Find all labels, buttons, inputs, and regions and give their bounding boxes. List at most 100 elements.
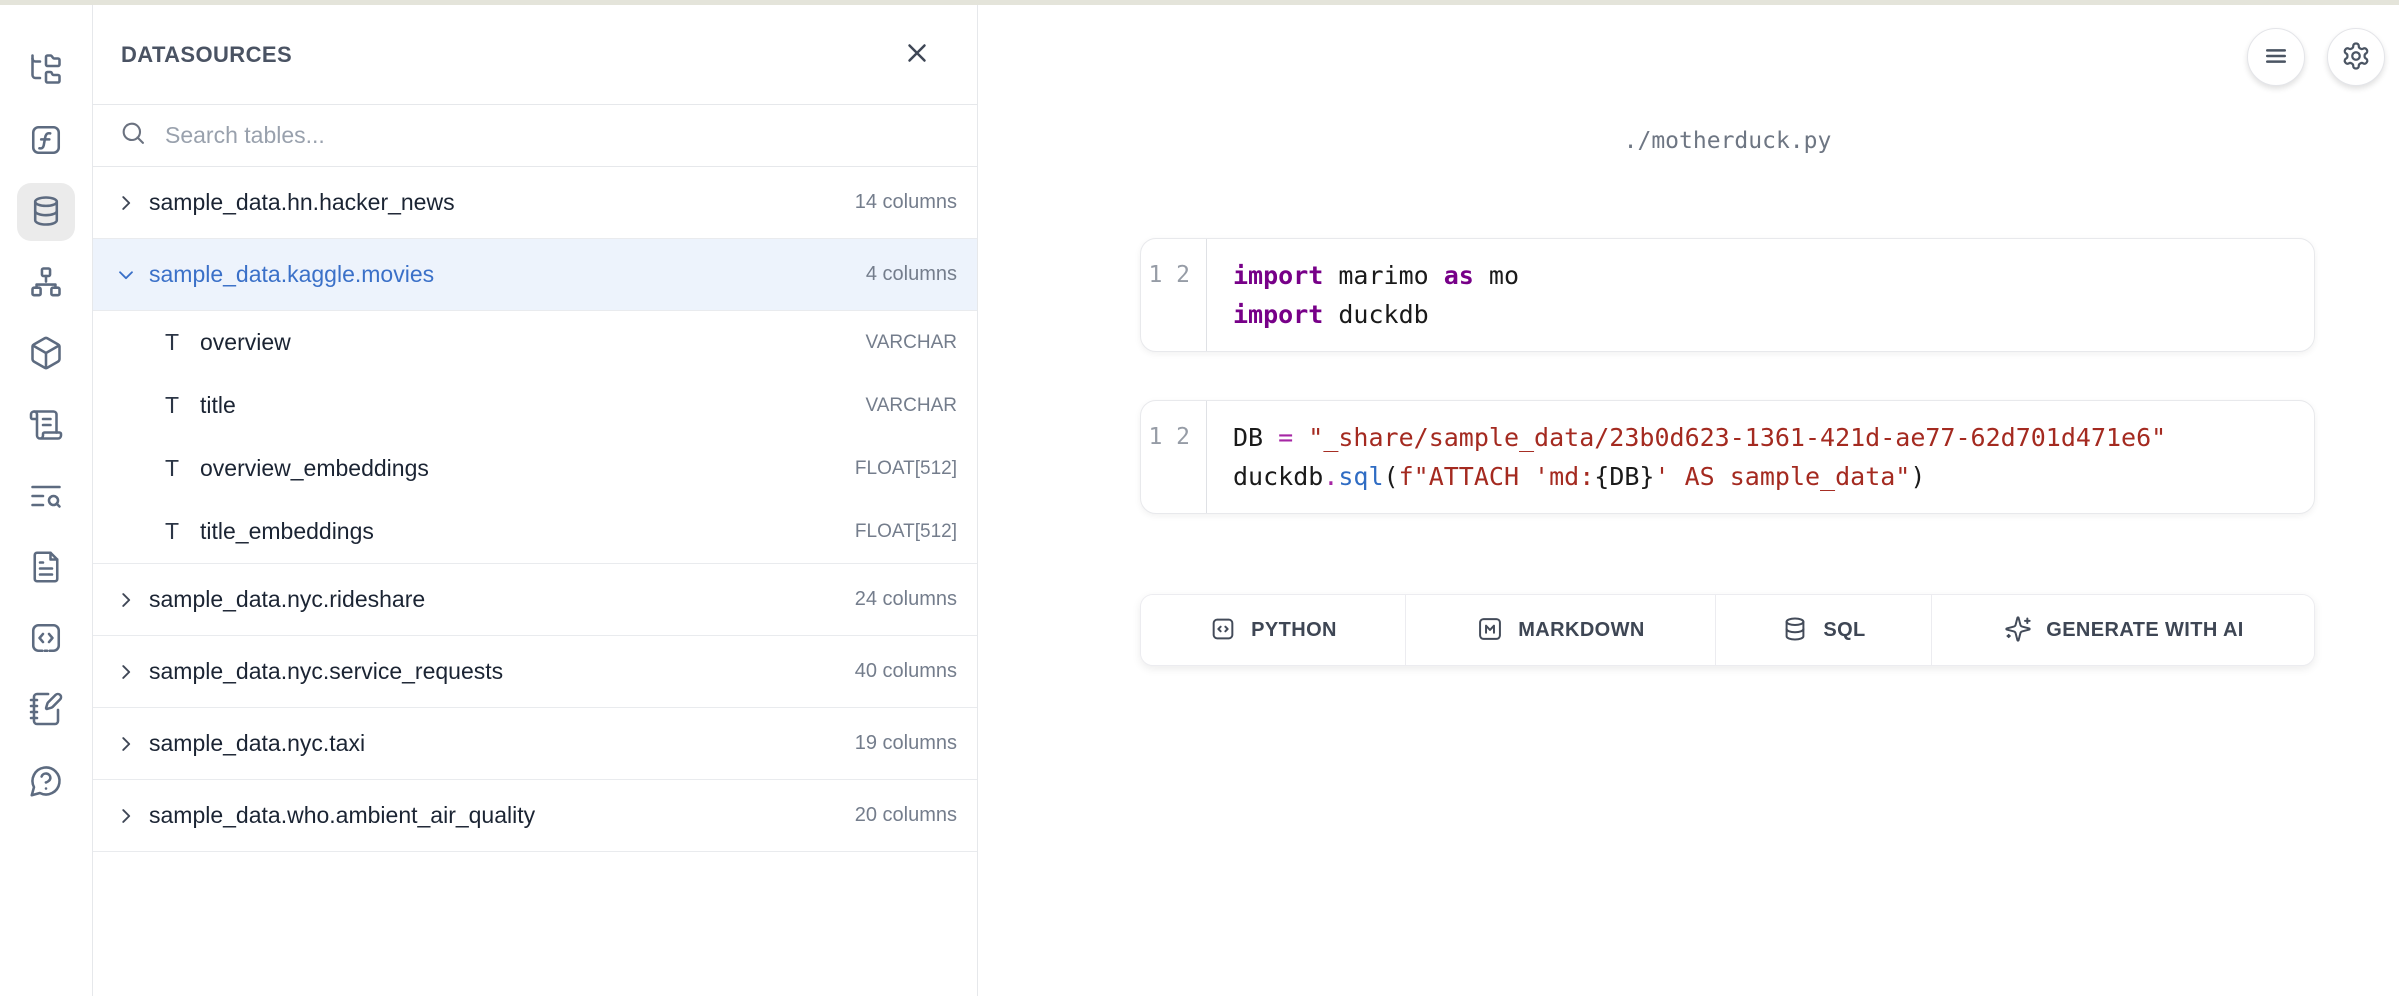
table-row[interactable]: sample_data.nyc.service_requests 40 colum… (93, 636, 977, 708)
table-row[interactable]: sample_data.nyc.rideshare 24 columns (93, 564, 977, 636)
table-columns-count: 40 columns (855, 660, 957, 683)
chevron-right-icon (115, 733, 137, 755)
chevron-right-icon (115, 805, 137, 827)
table-name: sample_data.kaggle.movies (149, 261, 854, 288)
chevron-right-icon (115, 661, 137, 683)
search-tables-input[interactable] (165, 122, 953, 149)
add-cell-bar: PYTHON MARKDOWN SQL GENERATE WITH AI (1140, 594, 2315, 666)
table-row[interactable]: sample_data.hn.hacker_news 14 columns (93, 167, 977, 239)
graph-icon (28, 264, 64, 303)
notebook-pen-icon (28, 691, 64, 730)
column-type-icon: T (162, 392, 182, 419)
column-name: title_embeddings (200, 518, 837, 545)
sidebar-item-tracing[interactable] (17, 468, 75, 526)
table-name: sample_data.nyc.service_requests (149, 658, 843, 685)
scroll-icon (28, 407, 64, 446)
sidebar-rail (0, 5, 92, 996)
menu-icon (2261, 41, 2291, 74)
column-type-icon: T (162, 518, 182, 545)
sidebar-item-dependencies[interactable] (17, 255, 75, 313)
table-name: sample_data.nyc.taxi (149, 730, 843, 757)
notebook-main: ./motherduck.py 1 2import marimo as mo i… (979, 5, 2399, 996)
add-cell-button-label: MARKDOWN (1518, 619, 1645, 642)
column-row[interactable]: Toverview_embeddings FLOAT[512] (93, 437, 977, 500)
sidebar-item-scratchpad[interactable] (17, 682, 75, 740)
line-numbers: 1 2 (1141, 239, 1207, 351)
file-tree-icon (28, 51, 64, 90)
column-type: VARCHAR (866, 332, 958, 354)
code-cell[interactable]: 1 2import marimo as mo import duckdb (1140, 238, 2315, 352)
panel-header: DATASOURCES (93, 5, 977, 105)
line-numbers: 1 2 (1141, 401, 1207, 513)
function-icon (28, 122, 64, 161)
table-row[interactable]: sample_data.who.ambient_air_quality 20 co… (93, 780, 977, 852)
panel-title: DATASOURCES (121, 42, 292, 68)
database-icon (28, 193, 64, 232)
column-name: overview (200, 329, 848, 356)
help-bubble-icon (28, 763, 64, 802)
settings-button[interactable] (2327, 28, 2385, 86)
sidebar-item-snippets[interactable] (17, 611, 75, 669)
table-name: sample_data.who.ambient_air_quality (149, 802, 843, 829)
database-icon (1781, 615, 1809, 646)
column-row[interactable]: Ttitle_embeddings FLOAT[512] (93, 500, 977, 563)
add-cell-button-label: SQL (1823, 619, 1865, 642)
document-icon (28, 549, 64, 588)
table-name: sample_data.hn.hacker_news (149, 189, 843, 216)
column-type: VARCHAR (866, 395, 958, 417)
cube-icon (28, 335, 64, 374)
sidebar-item-logs[interactable] (17, 397, 75, 455)
code-square-icon (28, 620, 64, 659)
search-tables-box[interactable] (93, 105, 977, 167)
window-top-strip (0, 0, 2399, 5)
sidebar-item-variables[interactable] (17, 112, 75, 170)
table-list: sample_data.hn.hacker_news14 columnssamp… (93, 167, 977, 852)
column-type-icon: T (162, 455, 182, 482)
gear-icon (2341, 41, 2371, 74)
sparkles-icon (2004, 615, 2032, 646)
table-columns-count: 20 columns (855, 804, 957, 827)
code-square-solid-icon (1209, 615, 1237, 646)
column-name: title (200, 392, 848, 419)
column-row[interactable]: Ttitle VARCHAR (93, 374, 977, 437)
column-group: Toverview VARCHAR Ttitle VARCHAR Toverview_e… (93, 311, 977, 564)
sidebar-item-documentation[interactable] (17, 539, 75, 597)
datasources-panel: DATASOURCES sample_data.hn.hacker_news 14… (92, 5, 978, 996)
table-columns-count: 4 columns (866, 263, 957, 286)
add-markdown-cell-button[interactable]: MARKDOWN (1406, 595, 1716, 665)
table-row[interactable]: sample_data.nyc.taxi 19 columns (93, 708, 977, 780)
code-editor[interactable]: import marimo as mo import duckdb (1207, 239, 2314, 351)
notebook-filename: ./motherduck.py (1140, 128, 2315, 154)
column-type: FLOAT[512] (855, 458, 957, 480)
column-type-icon: T (162, 329, 182, 356)
table-name: sample_data.nyc.rideshare (149, 586, 843, 613)
code-cell[interactable]: 1 2DB = "_share/sample_data/23b0d623-136… (1140, 400, 2315, 514)
table-row[interactable]: sample_data.kaggle.movies 4 columns (93, 239, 977, 311)
list-search-icon (28, 478, 64, 517)
chevron-right-icon (115, 589, 137, 611)
code-editor[interactable]: DB = "_share/sample_data/23b0d623-1361-4… (1207, 401, 2314, 513)
add-cell-button-label: PYTHON (1251, 619, 1337, 642)
table-columns-count: 19 columns (855, 732, 957, 755)
notebook-top-actions (2247, 28, 2385, 86)
column-type: FLOAT[512] (855, 521, 957, 543)
table-columns-count: 14 columns (855, 191, 957, 214)
add-sql-cell-button[interactable]: SQL (1716, 595, 1932, 665)
sidebar-item-help[interactable] (17, 753, 75, 811)
chevron-right-icon (115, 192, 137, 214)
close-panel-button[interactable] (897, 35, 937, 75)
search-icon (119, 119, 147, 152)
sidebar-item-file-explorer[interactable] (17, 41, 75, 99)
close-icon (902, 38, 932, 71)
column-row[interactable]: Toverview VARCHAR (93, 311, 977, 374)
app-root: DATASOURCES sample_data.hn.hacker_news 14… (0, 0, 2399, 996)
sidebar-item-packages[interactable] (17, 326, 75, 384)
column-name: overview_embeddings (200, 455, 837, 482)
add-cell-button-label: GENERATE WITH AI (2046, 619, 2244, 642)
sidebar-item-datasources[interactable] (17, 183, 75, 241)
chevron-down-icon (115, 264, 137, 286)
table-columns-count: 24 columns (855, 588, 957, 611)
add-python-cell-button[interactable]: PYTHON (1141, 595, 1406, 665)
notebook-menu-button[interactable] (2247, 28, 2305, 86)
generate-with-ai-button[interactable]: GENERATE WITH AI (1932, 595, 2315, 665)
